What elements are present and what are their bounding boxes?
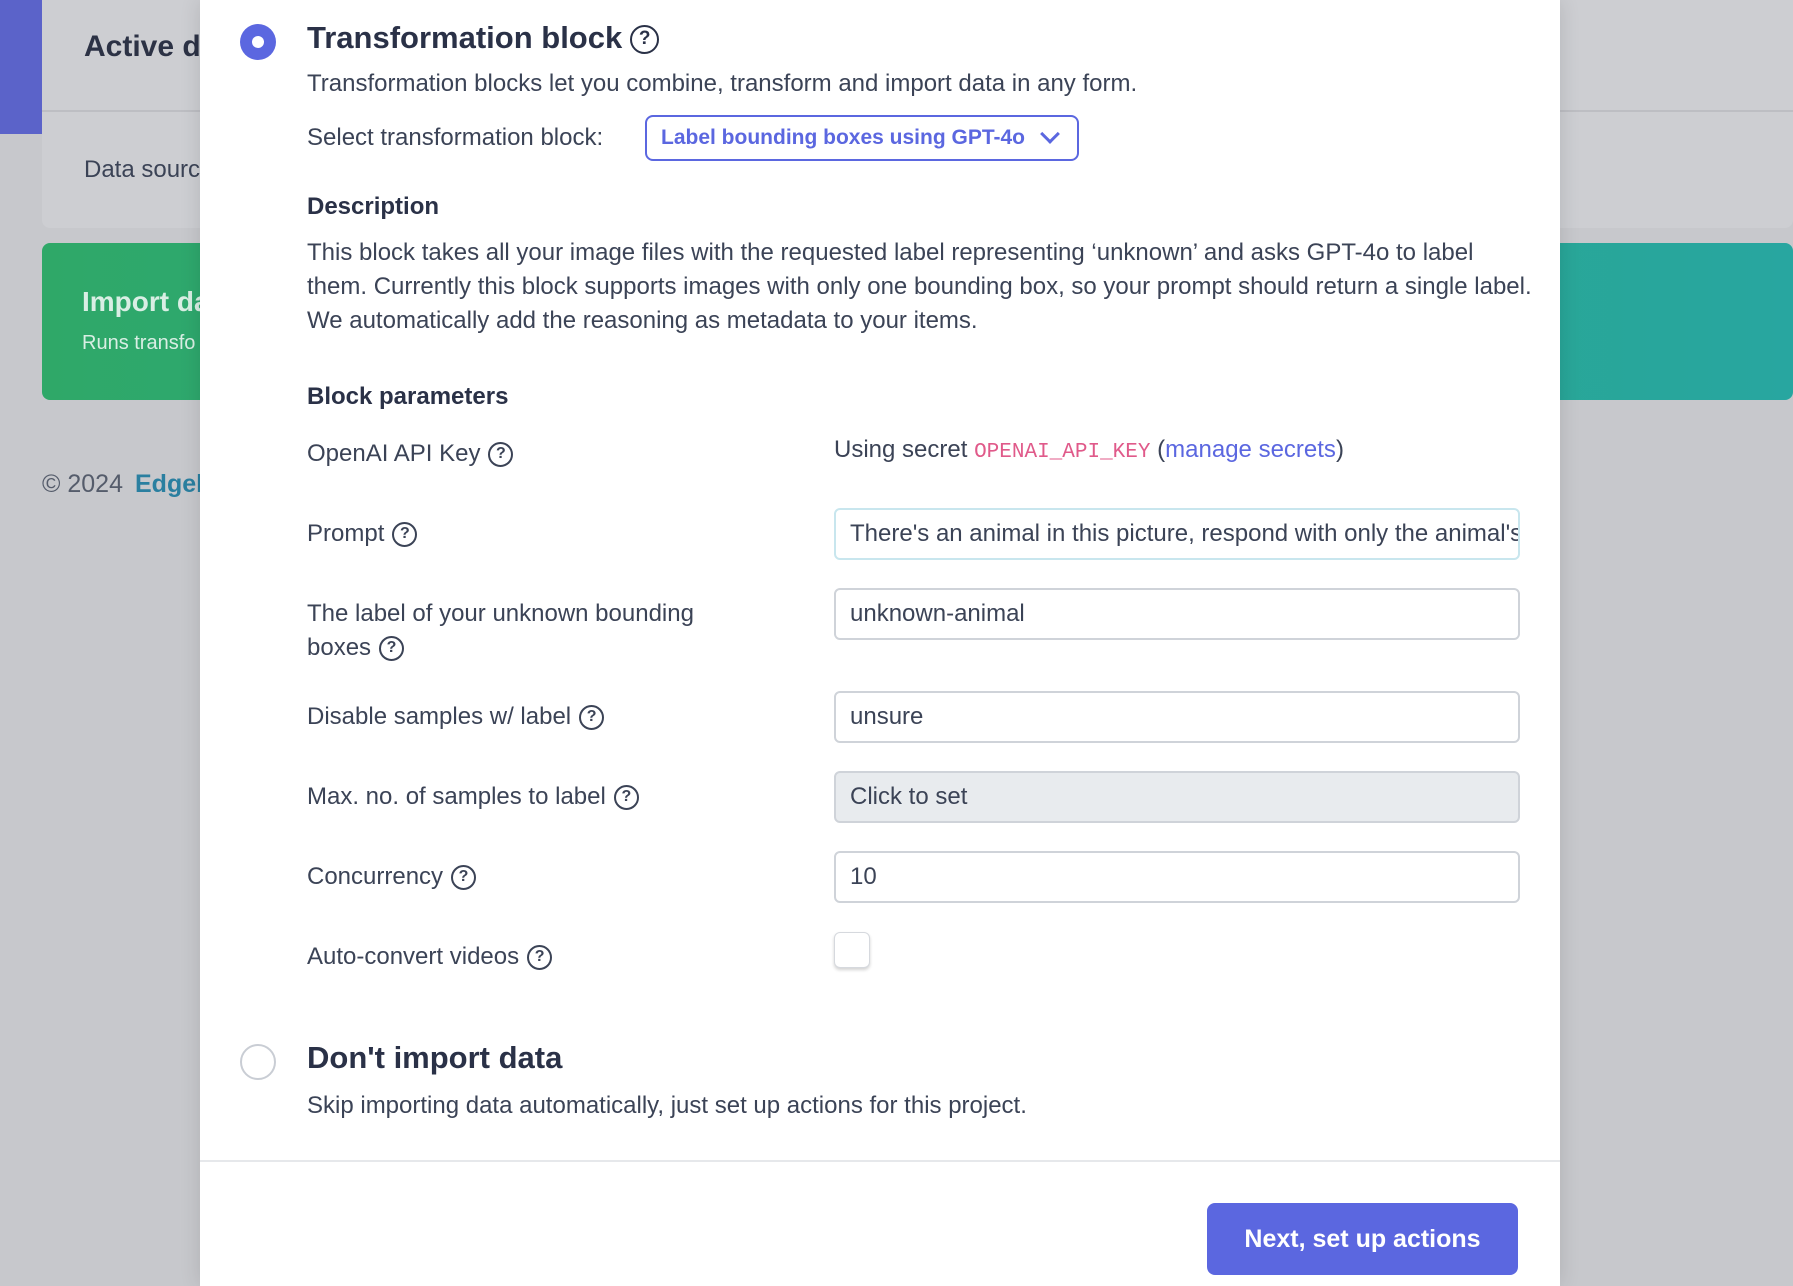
openai-api-key-label-text: OpenAI API Key	[307, 440, 481, 467]
secret-prefix: Using secret	[834, 436, 975, 463]
select-transformation-label: Select transformation block:	[307, 124, 604, 151]
prompt-label-text: Prompt	[307, 520, 385, 547]
unknown-label-line1: The label of your unknown bounding	[307, 600, 694, 627]
block-parameters-heading: Block parameters	[307, 383, 509, 410]
unknown-label-input[interactable]: unknown-animal	[834, 588, 1520, 640]
manage-secrets-link[interactable]: manage secrets	[1165, 436, 1336, 463]
secret-close-paren: )	[1335, 436, 1344, 463]
disable-samples-label-text: Disable samples w/ label	[307, 703, 572, 730]
transformation-block-title: Transformation block	[307, 20, 623, 55]
description-body: This block takes all your image files wi…	[307, 239, 1532, 334]
transformation-block-select-value: Label bounding boxes using GPT-4o	[661, 126, 1026, 149]
background-import-subtitle: Runs transfo	[82, 332, 196, 354]
secret-open-paren: (	[1150, 436, 1166, 463]
unknown-label-label: The label of your unknown bounding boxes…	[307, 597, 694, 665]
background-footer-copyright: © 2024	[42, 470, 123, 498]
help-icon[interactable]: ?	[451, 865, 477, 891]
secret-name: OPENAI_API_KEY	[974, 441, 1151, 464]
auto-convert-checkbox[interactable]	[834, 932, 870, 968]
openai-api-key-label: OpenAI API Key?	[307, 437, 514, 471]
help-icon[interactable]: ?	[392, 522, 418, 548]
dont-import-title: Don't import data	[307, 1040, 563, 1075]
disable-samples-input[interactable]: unsure	[834, 691, 1520, 743]
unknown-label-line2-row: boxes?	[307, 631, 694, 665]
auto-convert-label: Auto-convert videos?	[307, 940, 553, 974]
background-footer-link: Edgel	[135, 470, 204, 498]
max-samples-input[interactable]: Click to set	[834, 771, 1520, 823]
concurrency-label: Concurrency?	[307, 860, 477, 894]
background-import-title: Import da	[82, 286, 210, 317]
help-icon[interactable]: ?	[579, 705, 605, 731]
dont-import-radio[interactable]	[240, 1044, 276, 1080]
background-accent-bar	[0, 0, 42, 134]
next-set-up-actions-button[interactable]: Next, set up actions	[1207, 1203, 1518, 1275]
help-icon[interactable]: ?	[379, 636, 405, 662]
background-card-text: Data sourc	[84, 156, 201, 183]
disable-samples-label: Disable samples w/ label?	[307, 700, 605, 734]
transformation-block-radio[interactable]	[240, 24, 276, 60]
transformation-block-heading: Transformation block?	[307, 20, 660, 56]
help-icon[interactable]: ?	[488, 442, 514, 468]
transformation-block-description: Transformation blocks let you combine, t…	[307, 70, 1138, 97]
prompt-label: Prompt?	[307, 517, 418, 551]
concurrency-input[interactable]: 10	[834, 851, 1520, 903]
max-samples-label-text: Max. no. of samples to label	[307, 783, 606, 810]
import-data-modal: Transformation block? Transformation blo…	[200, 0, 1560, 1286]
modal-footer-divider	[200, 1160, 1560, 1162]
chevron-down-icon	[1040, 124, 1060, 144]
unknown-label-line2: boxes	[307, 634, 372, 661]
help-icon[interactable]: ?	[527, 945, 553, 971]
concurrency-label-text: Concurrency	[307, 863, 444, 890]
transformation-block-select[interactable]: Label bounding boxes using GPT-4o	[645, 115, 1079, 161]
dont-import-description: Skip importing data automatically, just …	[307, 1092, 1027, 1119]
help-icon[interactable]: ?	[630, 25, 660, 55]
max-samples-label: Max. no. of samples to label?	[307, 780, 639, 814]
help-icon[interactable]: ?	[613, 785, 639, 811]
description-heading: Description	[307, 193, 440, 220]
auto-convert-label-text: Auto-convert videos	[307, 943, 520, 970]
openai-api-key-value: Using secret OPENAI_API_KEY (manage secr…	[834, 436, 1344, 464]
background-card-title: Active da	[84, 30, 218, 63]
prompt-input[interactable]: There's an animal in this picture, respo…	[834, 508, 1520, 560]
